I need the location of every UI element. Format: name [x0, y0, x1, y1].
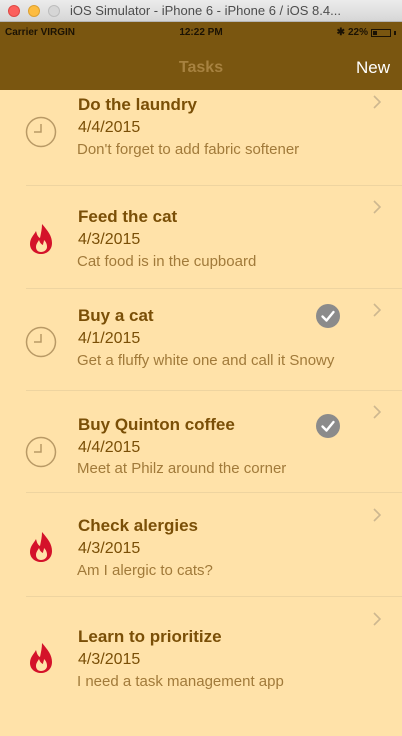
task-date: 4/3/2015: [78, 231, 141, 248]
chevron-right-icon: [373, 200, 381, 214]
ios-status-bar: Carrier VIRGIN 12:22 PM ✱ 22%: [0, 22, 402, 44]
flame-icon: [30, 532, 52, 562]
simulator-titlebar: iOS Simulator - iPhone 6 - iPhone 6 / iO…: [0, 0, 402, 22]
chevron-right-icon: [373, 612, 381, 626]
task-row[interactable]: Feed the cat 4/3/2015 Cat food is in the…: [0, 186, 402, 289]
task-date: 4/1/2015: [78, 330, 141, 347]
task-title: Check alergies: [78, 516, 199, 535]
task-row[interactable]: Do the laundry 4/4/2015 Don't forget to …: [0, 90, 402, 186]
task-date: 4/4/2015: [78, 119, 141, 136]
checkmark-icon: [316, 414, 340, 438]
clock-icon: [25, 436, 57, 468]
task-note: Don't forget to add fabric softener: [77, 141, 300, 158]
chevron-right-icon: [373, 95, 381, 109]
task-date: 4/3/2015: [78, 651, 141, 668]
window-minimize-button[interactable]: [28, 5, 40, 17]
chevron-right-icon: [373, 508, 381, 522]
task-date: 4/3/2015: [78, 540, 141, 557]
task-note: Get a fluffy white one and call it Snowy: [77, 352, 335, 369]
task-row[interactable]: Buy Quinton coffee 4/4/2015 Meet at Phil…: [0, 391, 402, 493]
task-row[interactable]: Learn to prioritize 4/3/2015 I need a ta…: [0, 597, 402, 736]
flame-icon: [30, 643, 52, 673]
clock-icon: [25, 326, 57, 358]
battery-icon: [371, 28, 391, 37]
window-zoom-button[interactable]: [48, 5, 60, 17]
new-task-button[interactable]: New: [356, 58, 390, 78]
task-note: Cat food is in the cupboard: [77, 253, 257, 270]
task-title: Buy a cat: [78, 306, 154, 325]
task-title: Buy Quinton coffee: [78, 415, 235, 434]
task-note: Meet at Philz around the corner: [77, 460, 287, 477]
task-note: I need a task management app: [77, 673, 284, 690]
task-title: Feed the cat: [78, 207, 178, 226]
chevron-right-icon: [373, 405, 381, 419]
flame-icon: [30, 224, 52, 254]
clock-icon: [25, 116, 57, 148]
window-close-button[interactable]: [8, 5, 20, 17]
bluetooth-icon: ✱: [336, 27, 345, 38]
page-title: Tasks: [178, 59, 224, 76]
window-title: iOS Simulator - iPhone 6 - iPhone 6 / iO…: [70, 3, 341, 18]
battery-label: 22%: [347, 27, 368, 38]
task-date: 4/4/2015: [78, 439, 141, 456]
task-title: Learn to prioritize: [78, 627, 222, 646]
battery-tip: [394, 30, 396, 35]
chevron-right-icon: [373, 303, 381, 317]
task-note: Am I alergic to cats?: [77, 562, 213, 579]
checkmark-icon: [316, 304, 340, 328]
status-right: ✱ 22%: [337, 27, 396, 38]
task-row[interactable]: Buy a cat 4/1/2015 Get a fluffy white on…: [0, 289, 402, 391]
task-row[interactable]: Check alergies 4/3/2015 Am I alergic to …: [0, 493, 402, 597]
task-title: Do the laundry: [78, 95, 198, 114]
navigation-bar: Tasks New: [0, 44, 402, 90]
